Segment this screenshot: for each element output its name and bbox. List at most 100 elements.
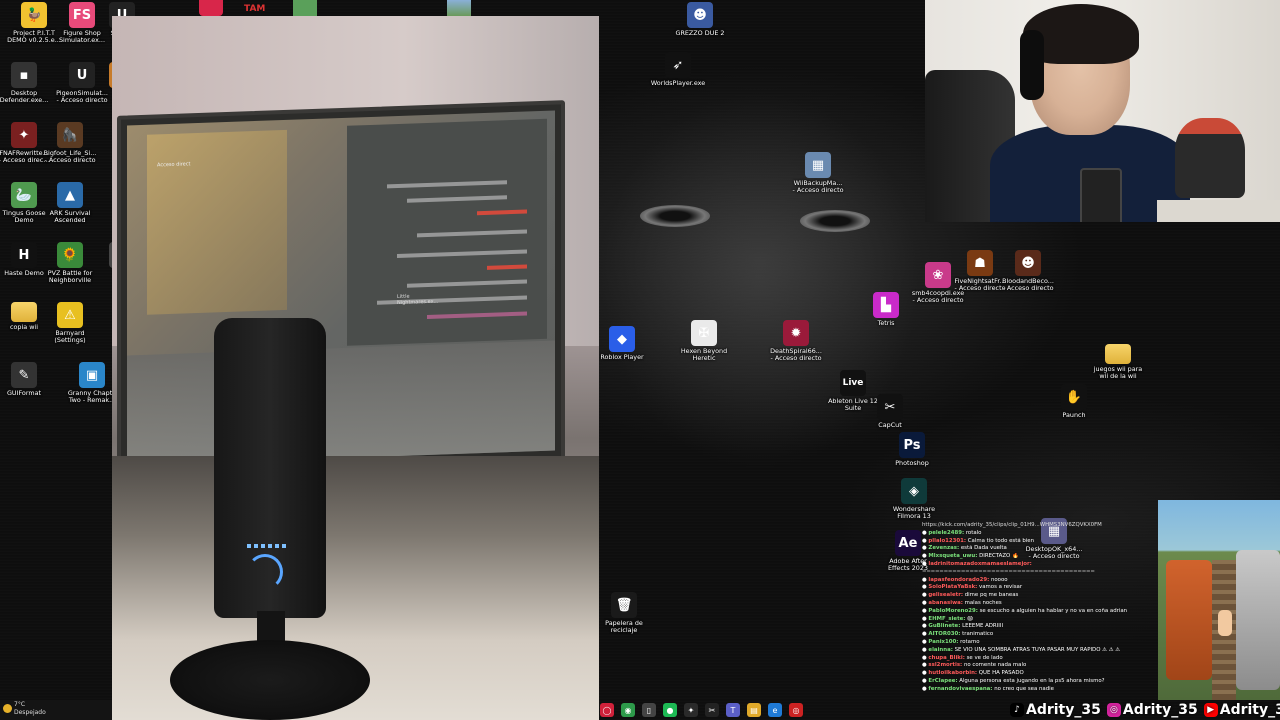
chat-message: ● abanasiwa: malas noches bbox=[922, 599, 1002, 606]
youtube-handle-text: Adrity_35 bbox=[1219, 702, 1280, 718]
filmora-desktop-shortcut[interactable]: ◈ Wondershare Filmora 13 bbox=[880, 478, 948, 520]
deathspiral-icon: ✹ bbox=[783, 320, 809, 346]
bloodandbeard-icon: ☻ bbox=[1015, 250, 1041, 276]
chat-link: https://kick.com/adrity_35/clips/clip_01… bbox=[922, 522, 1102, 528]
chat-text: 😱 bbox=[967, 615, 973, 622]
wiibackup-desktop-shortcut[interactable]: ▦ WiiBackupMa... - Acceso directo bbox=[784, 152, 852, 194]
webcam-overlay bbox=[925, 0, 1280, 222]
instagram-icon: ◎ bbox=[1106, 703, 1121, 717]
worldsplayer-desktop-shortcut[interactable]: ➶ WorldsPlayer.exe bbox=[644, 52, 712, 87]
hexen-desktop-shortcut[interactable]: ✠ Hexen Beyond Heretic bbox=[670, 320, 738, 362]
chat-message: ● pelele2489: rotalo bbox=[922, 529, 982, 536]
chat-message: ● elainna: SE VIO UNA SOMBRA ATRAS TUYA … bbox=[922, 646, 1121, 653]
edge-icon[interactable]: e bbox=[768, 703, 782, 717]
desktop_icons_left-label: ARK Survival Ascended bbox=[49, 209, 91, 225]
photoshop-icon: Ps bbox=[899, 432, 925, 458]
juegos-wii-desktop-shortcut[interactable]: juegos wii para wii de la wii bbox=[1084, 344, 1152, 380]
chrome-icon[interactable]: ◉ bbox=[621, 703, 635, 717]
desktop_icons_mid-label: DeathSpiral66... - Acceso directo bbox=[770, 347, 822, 363]
chat-text: no comente nada malo bbox=[963, 662, 1027, 669]
capcut-desktop-shortcut[interactable]: ✂ CapCut bbox=[856, 394, 924, 429]
chat-text: se escucho a alguien ha hablar y no va e… bbox=[979, 607, 1128, 614]
photoshop-desktop-shortcut[interactable]: Ps Photoshop bbox=[878, 432, 946, 467]
desktop_icons_right-label: Paunch bbox=[1062, 411, 1086, 419]
capcut-taskbar-icon[interactable]: ✂ bbox=[705, 703, 719, 717]
paunch-desktop-shortcut[interactable]: ✋ Paunch bbox=[1040, 384, 1108, 419]
chat-text: LEEEME ADRIIII bbox=[962, 623, 1004, 630]
project-pitt-icon: 🦆 bbox=[21, 2, 47, 28]
grezzo-icon: ☻ bbox=[687, 2, 713, 28]
chat-message: ● gelisealetr: dime pq me baneas bbox=[922, 592, 1019, 599]
desktop_icons_right-label: CapCut bbox=[878, 421, 902, 429]
chat-text: malas noches bbox=[964, 599, 1002, 606]
teams-icon[interactable]: T bbox=[726, 703, 740, 717]
instagram-handle-text: Adrity_35 bbox=[1122, 702, 1198, 718]
weather-widget[interactable]: 7°C Despejado bbox=[14, 701, 46, 717]
photo-screen-text-2: Little Nightmares.ex... bbox=[397, 293, 439, 307]
grezzo-desktop-shortcut[interactable]: ☻ GREZZO DUE 2 bbox=[666, 2, 734, 37]
weather-sun-icon bbox=[3, 704, 12, 713]
chat-username: PabloMoreno29: bbox=[928, 607, 978, 614]
youtube-icon: ▶ bbox=[1203, 703, 1218, 717]
ark-desktop-shortcut[interactable]: ▲ ARK Survival Ascended bbox=[36, 182, 104, 224]
chat-username: Panix100: bbox=[928, 638, 959, 645]
explorer-icon[interactable]: ▤ bbox=[747, 703, 761, 717]
bloodandbeard-desktop-shortcut[interactable]: ☻ BloodandBeco... - Acceso directo bbox=[994, 250, 1062, 292]
chat-username: lapasfeondorado29: bbox=[928, 576, 990, 583]
chat-text: rotamo bbox=[960, 638, 980, 645]
hexen-icon: ✠ bbox=[691, 320, 717, 346]
youtube-handle: ▶Adrity_35 bbox=[1203, 702, 1280, 718]
paunch-icon: ✋ bbox=[1061, 384, 1087, 410]
opera-gx-icon[interactable]: ◯ bbox=[600, 703, 614, 717]
chat-message: ● pllalo12301: Calma tio todo está bien bbox=[922, 537, 1035, 544]
barnyard-desktop-shortcut[interactable]: ⚠ Barnyard (Settings) bbox=[36, 302, 104, 344]
tetris-icon: ▙ bbox=[873, 292, 899, 318]
barnyard-icon: ⚠ bbox=[57, 302, 83, 328]
desktop_icons_mid-label: Papelera de reciclaje bbox=[605, 619, 643, 635]
xbox-icon[interactable]: ✦ bbox=[684, 703, 698, 717]
deathspiral-desktop-shortcut[interactable]: ✹ DeathSpiral66... - Acceso directo bbox=[762, 320, 830, 362]
worldsplayer-icon: ➶ bbox=[665, 52, 691, 78]
tetris-desktop-shortcut[interactable]: ▙ Tetris bbox=[852, 292, 920, 327]
chat-message: ● Panix100: rotamo bbox=[922, 638, 980, 645]
chat-message: ● fernandovivaespana: no creo que sea na… bbox=[922, 685, 1054, 692]
granny-icon: ▣ bbox=[79, 362, 105, 388]
chat-username: Mlxsqueta_uwu: bbox=[928, 553, 978, 560]
chat-username: EHMF_siete: bbox=[928, 615, 966, 622]
green-app-icon[interactable] bbox=[293, 0, 317, 16]
chat-username: Zevenzas: bbox=[928, 545, 960, 552]
photo-screen-text-1: Acceso direct bbox=[157, 161, 191, 169]
chat-text: noooo bbox=[990, 576, 1008, 583]
chat-username: chupa_Bliki: bbox=[928, 654, 965, 661]
tam-icon-label[interactable]: TAM bbox=[244, 4, 265, 14]
landscape-icon[interactable] bbox=[447, 0, 471, 16]
chat-message: ● ErClapee: Alguna persona esta jugando … bbox=[922, 677, 1105, 684]
chat-overlay: https://kick.com/adrity_35/clips/clip_01… bbox=[922, 522, 1158, 702]
desktop_icons_left-label: GUIFormat bbox=[6, 389, 42, 397]
file-icon[interactable]: ▯ bbox=[642, 703, 656, 717]
runner-character bbox=[1218, 610, 1232, 636]
obs-icon[interactable]: ◎ bbox=[789, 703, 803, 717]
chat-message: ● AITOR030: tranimatico bbox=[922, 631, 994, 638]
chat-username: GuBlinete: bbox=[928, 623, 961, 630]
tiktok-icon: ♪ bbox=[1010, 703, 1024, 717]
spotify-like-icon[interactable]: ● bbox=[663, 703, 677, 717]
desktop_icons_left-label: Bigfoot_Life_Si... - Acceso directo bbox=[43, 149, 97, 165]
bigfoot-icon: 🦍 bbox=[57, 122, 83, 148]
tiktok-handle-text: Adrity_35 bbox=[1026, 702, 1101, 718]
papelera-desktop-shortcut[interactable]: 🗑 Papelera de reciclaje bbox=[590, 592, 658, 634]
desktop_icons_right-label: Photoshop bbox=[895, 459, 929, 467]
desktop_icons_right-label: Wondershare Filmora 13 bbox=[892, 505, 936, 521]
desktop_icons_left-label: Barnyard (Settings) bbox=[54, 329, 86, 345]
red-app-icon[interactable] bbox=[199, 0, 223, 16]
chat-message: ● ladrinitomazadoxmamaeslamejor: bbox=[922, 560, 1032, 567]
chat-username: pllalo12301: bbox=[928, 537, 967, 544]
chat-text: se ve de lado bbox=[966, 654, 1003, 661]
desktop_icons_mid-label: GREZZO DUE 2 bbox=[675, 29, 725, 37]
weather-temp: 7°C bbox=[14, 701, 26, 708]
bigfoot-desktop-shortcut[interactable]: 🦍 Bigfoot_Life_Si... - Acceso directo bbox=[36, 122, 104, 164]
subway-game-overlay bbox=[1158, 500, 1280, 700]
chat-message: ● Mlxsqueta_uwu: DIRECTAZO 🔥 bbox=[922, 553, 1019, 560]
chat-message: ======================================== bbox=[922, 569, 1158, 577]
guiformat-desktop-shortcut[interactable]: ✎ GUIFormat bbox=[0, 362, 58, 397]
